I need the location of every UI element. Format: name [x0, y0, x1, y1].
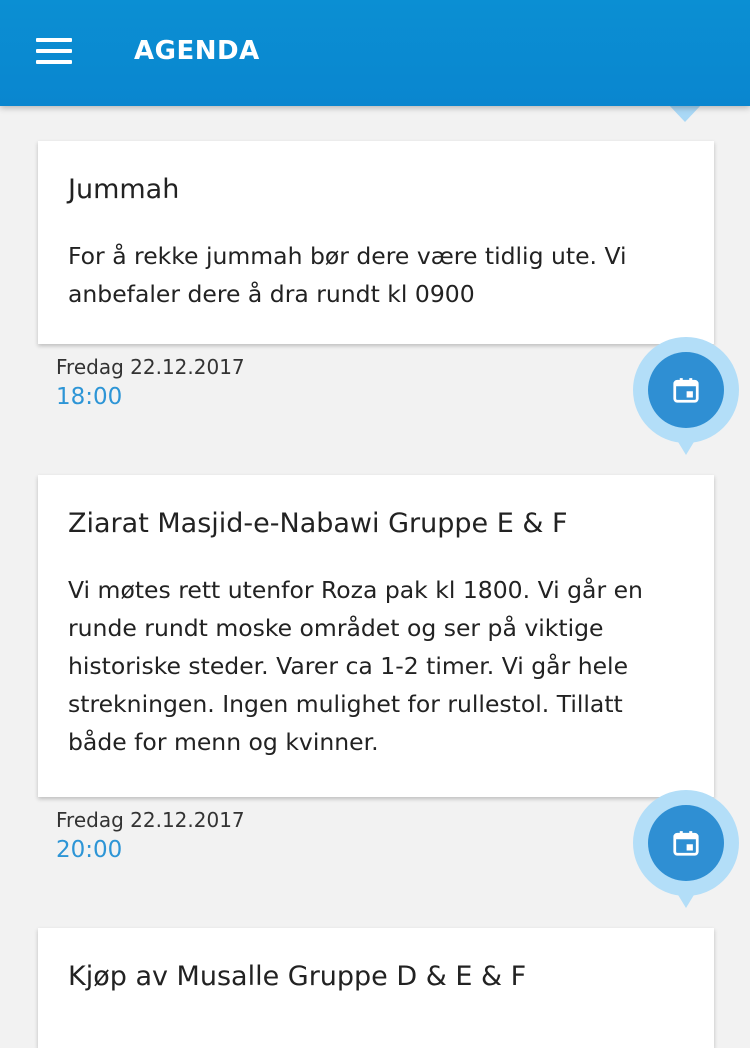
- event-card[interactable]: Jummah For å rekke jummah bør dere være …: [38, 141, 714, 344]
- event-card[interactable]: Ziarat Masjid-e-Nabawi Gruppe E & F Vi m…: [38, 475, 714, 797]
- calendar-event-icon: [648, 805, 724, 881]
- event-title: Kjøp av Musalle Gruppe D & E & F: [68, 961, 527, 992]
- event-time: 18:00: [56, 384, 123, 410]
- page-title: AGENDA: [134, 36, 260, 66]
- event-description: For å rekke jummah bør dere være tidlig …: [68, 242, 627, 308]
- event-card[interactable]: Kjøp av Musalle Gruppe D & E & F: [38, 928, 714, 1048]
- hamburger-menu-icon[interactable]: [36, 36, 72, 66]
- event-date: Fredag 22.12.2017: [56, 808, 245, 832]
- calendar-event-icon: [648, 352, 724, 428]
- event-title: Ziarat Masjid-e-Nabawi Gruppe E & F: [68, 508, 568, 539]
- timeline-pointer: [668, 104, 702, 122]
- event-title: Jummah: [68, 174, 180, 205]
- event-date: Fredag 22.12.2017: [56, 355, 245, 379]
- event-time: 20:00: [56, 837, 123, 863]
- calendar-marker[interactable]: [633, 790, 739, 910]
- calendar-marker[interactable]: [633, 337, 739, 457]
- app-bar: AGENDA: [0, 0, 750, 106]
- event-description: Vi møtes rett utenfor Roza pak kl 1800. …: [68, 576, 643, 756]
